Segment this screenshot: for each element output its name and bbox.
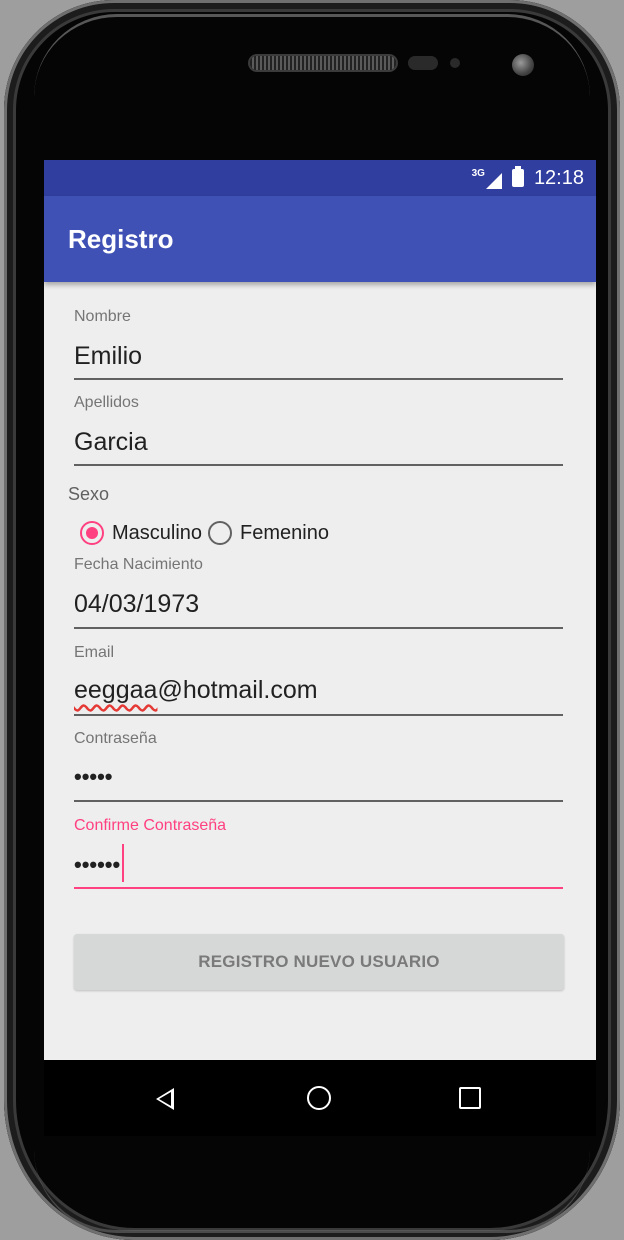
- email-underline: [74, 714, 563, 716]
- email-label: Email: [74, 644, 115, 661]
- nombre-input[interactable]: Emilio: [74, 342, 142, 371]
- status-bar: 3G 12:18: [44, 160, 596, 196]
- nombre-label: Nombre: [74, 308, 131, 325]
- confirm-password-label: Confirme Contraseña: [74, 817, 227, 834]
- password-label: Contraseña: [74, 730, 157, 747]
- light-sensor: [450, 58, 460, 68]
- apellidos-input[interactable]: Garcia: [74, 428, 148, 457]
- sexo-label: Sexo: [68, 484, 110, 504]
- masculino-label[interactable]: Masculino: [112, 522, 202, 545]
- front-camera: [512, 54, 534, 76]
- password-underline: [74, 800, 563, 802]
- back-icon[interactable]: [156, 1088, 174, 1110]
- password-input[interactable]: •••••: [74, 764, 113, 790]
- page-title: Registro: [68, 224, 174, 254]
- email-domain-part: @hotmail.com: [157, 676, 318, 704]
- femenino-radio[interactable]: [208, 521, 233, 545]
- nombre-underline: [74, 378, 563, 380]
- fecha-label: Fecha Nacimiento: [74, 556, 203, 573]
- battery-icon: [511, 166, 524, 187]
- email-input[interactable]: eeggaa@hotmail.com: [74, 676, 318, 705]
- confirm-password-input[interactable]: ••••••: [74, 844, 125, 882]
- masculino-radio[interactable]: [80, 521, 104, 545]
- proximity-sensor: [408, 56, 438, 70]
- confirm-password-underline: [74, 887, 563, 889]
- confirm-password-value: ••••••: [74, 852, 121, 877]
- network-type: 3G: [471, 168, 485, 179]
- sexo-radio-group: Masculino Femenino: [80, 516, 335, 550]
- femenino-label[interactable]: Femenino: [240, 522, 329, 545]
- status-time: 12:18: [533, 166, 584, 189]
- navigation-bar: [44, 1060, 596, 1136]
- app-bar: Registro: [44, 196, 596, 282]
- home-icon[interactable]: [307, 1086, 331, 1110]
- fecha-input[interactable]: 04/03/1973: [74, 590, 199, 619]
- register-button[interactable]: REGISTRO NUEVO USUARIO: [74, 934, 564, 990]
- apellidos-underline: [74, 464, 563, 466]
- phone-bottom-bezel: [34, 1150, 590, 1233]
- fecha-underline: [74, 627, 563, 629]
- email-misspelled-part: eeggaa: [74, 676, 158, 704]
- device-screen: 3G 12:18 Registro Nombre Emilio Apellido…: [44, 160, 596, 1136]
- recent-apps-icon[interactable]: [459, 1087, 481, 1109]
- earpiece-speaker: [250, 56, 396, 70]
- apellidos-label: Apellidos: [74, 394, 139, 411]
- text-cursor: [122, 844, 125, 882]
- signal-icon: 3G: [472, 167, 502, 189]
